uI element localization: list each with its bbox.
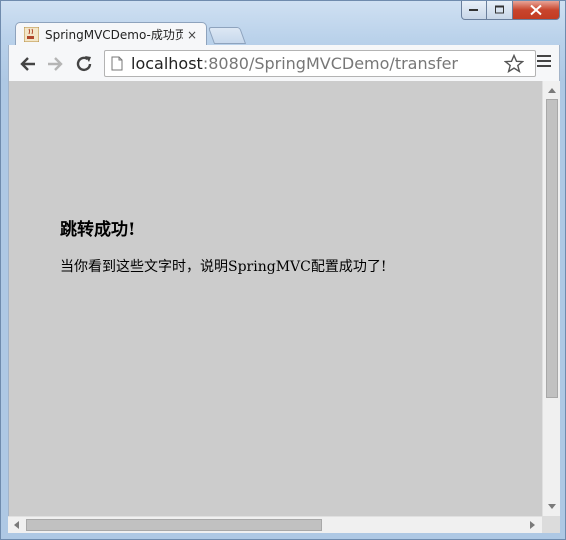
menu-bar-line — [537, 55, 551, 57]
scroll-left-arrow-icon[interactable] — [14, 521, 19, 529]
tab-title: SpringMVCDemo-成功页 — [45, 28, 183, 42]
forward-arrow-icon[interactable] — [44, 53, 66, 75]
url-path: :8080/SpringMVCDemo/transfer — [202, 54, 458, 73]
page-viewport: 跳转成功! 当你看到这些文字时，说明SpringMVC配置成功了! — [8, 81, 542, 516]
browser-window: SpringMVCDemo-成功页 × localhost:8080/Sprin… — [0, 0, 566, 540]
menu-bar-line — [537, 65, 551, 67]
scroll-right-arrow-icon[interactable] — [530, 521, 535, 529]
java-cup-icon — [24, 27, 39, 42]
maximize-icon — [494, 5, 504, 14]
page-heading: 跳转成功! — [60, 220, 136, 240]
back-arrow-icon[interactable] — [17, 53, 39, 75]
horizontal-scroll-thumb[interactable] — [26, 519, 322, 531]
browser-tab[interactable]: SpringMVCDemo-成功页 × — [15, 22, 207, 46]
maximize-button[interactable] — [487, 1, 513, 20]
scroll-down-arrow-icon[interactable] — [548, 504, 556, 509]
address-bar[interactable]: localhost:8080/SpringMVCDemo/transfer — [104, 50, 536, 77]
tab-close-button[interactable]: × — [187, 27, 197, 43]
reload-icon[interactable] — [73, 53, 95, 75]
toolbar: localhost:8080/SpringMVCDemo/transfer — [8, 45, 560, 81]
menu-bar-line — [537, 60, 551, 62]
url-host: localhost — [131, 54, 203, 73]
close-icon — [530, 4, 542, 16]
star-icon[interactable] — [504, 54, 524, 74]
vertical-scrollbar[interactable] — [542, 81, 560, 516]
scrollbar-corner — [542, 516, 560, 533]
url-text: localhost:8080/SpringMVCDemo/transfer — [131, 55, 458, 73]
vertical-scroll-thumb[interactable] — [546, 99, 558, 398]
minimize-button[interactable] — [461, 1, 487, 20]
close-window-button[interactable] — [513, 1, 560, 20]
page-icon — [111, 56, 123, 71]
page-message: 当你看到这些文字时，说明SpringMVC配置成功了! — [60, 259, 387, 275]
new-tab-button[interactable] — [207, 27, 247, 44]
scroll-up-arrow-icon[interactable] — [548, 88, 556, 93]
horizontal-scrollbar[interactable] — [8, 516, 542, 533]
hamburger-menu-icon[interactable] — [537, 55, 551, 71]
minimize-icon — [469, 9, 478, 11]
